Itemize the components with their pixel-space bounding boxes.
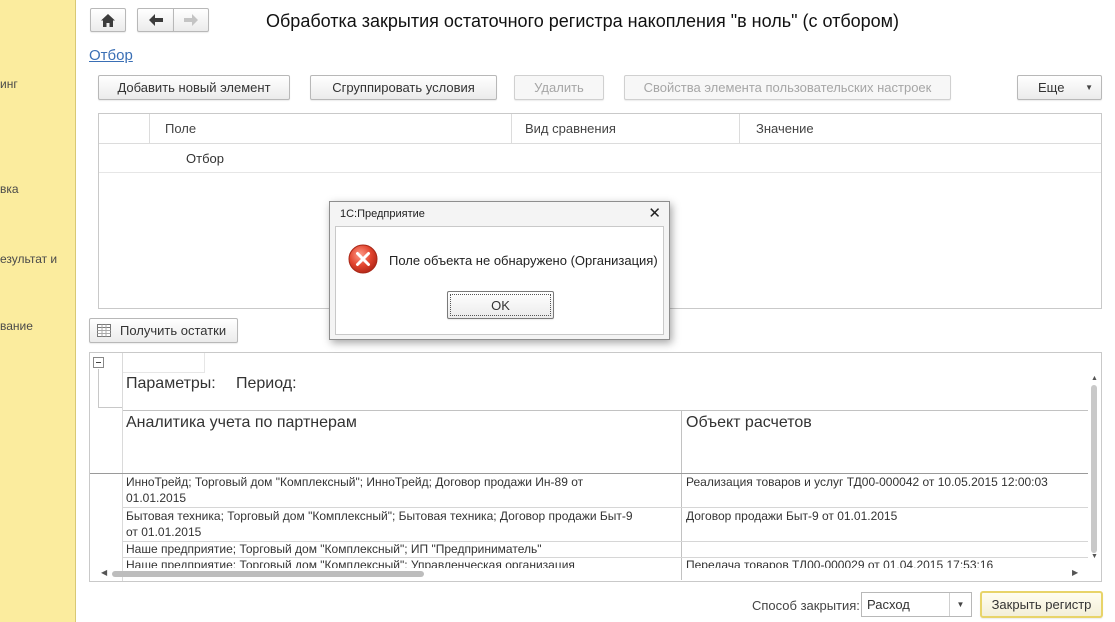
scroll-down-icon[interactable]: ▼ bbox=[1091, 553, 1098, 560]
sidebar-item[interactable]: вка bbox=[0, 182, 19, 196]
get-balances-label: Получить остатки bbox=[120, 323, 227, 338]
close-icon[interactable]: ✕ bbox=[648, 204, 661, 222]
page-title: Обработка закрытия остаточного регистра … bbox=[266, 11, 900, 31]
closing-method-label: Способ закрытия: bbox=[752, 598, 860, 613]
period-label: Период: bbox=[236, 375, 297, 392]
column-header-comparison[interactable]: Вид сравнения bbox=[525, 114, 616, 144]
group-conditions-button[interactable]: Сгруппировать условия bbox=[310, 75, 497, 100]
filter-link[interactable]: Отбор bbox=[89, 47, 133, 64]
sidebar-item[interactable]: инг bbox=[0, 77, 18, 91]
error-dialog: 1С:Предприятие ✕ Поле объекта не обнаруж… bbox=[329, 201, 670, 340]
scroll-up-icon[interactable]: ▲ bbox=[1091, 375, 1098, 382]
dropdown-arrow-icon: ▼ bbox=[1085, 83, 1093, 92]
get-balances-button[interactable]: Получить остатки bbox=[89, 318, 238, 343]
dialog-message: Поле объекта не обнаружено (Организация) bbox=[389, 253, 658, 268]
row-analytics-line1: ИнноТрейд; Торговый дом "Комплексный"; И… bbox=[126, 475, 584, 489]
scroll-left-icon[interactable]: ◀ bbox=[101, 568, 107, 577]
back-button[interactable] bbox=[137, 8, 173, 32]
delete-button[interactable]: Удалить bbox=[514, 75, 604, 100]
row-analytics-line1: Наше предприятие; Торговый дом "Комплекс… bbox=[126, 558, 575, 568]
forward-button[interactable] bbox=[173, 8, 209, 32]
column-header-field[interactable]: Поле bbox=[165, 114, 196, 144]
row-settlement-object: Договор продажи Быт-9 от 01.01.2015 bbox=[686, 509, 898, 523]
ok-button[interactable]: OK bbox=[447, 291, 554, 319]
table-icon bbox=[97, 324, 111, 337]
horizontal-scroll-thumb[interactable] bbox=[112, 571, 424, 577]
column-header-analytics: Аналитика учета по партнерам bbox=[126, 414, 357, 431]
collapse-group-icon[interactable] bbox=[93, 357, 104, 368]
dialog-titlebar[interactable]: 1С:Предприятие ✕ bbox=[330, 202, 669, 226]
scroll-right-icon[interactable]: ▶ bbox=[1072, 568, 1078, 577]
params-label: Параметры: bbox=[126, 375, 216, 392]
vertical-scroll-thumb[interactable] bbox=[1091, 385, 1097, 553]
arrow-left-icon bbox=[148, 14, 163, 26]
vertical-scrollbar[interactable]: ▲ ▼ bbox=[1088, 375, 1100, 565]
dialog-title: 1С:Предприятие bbox=[340, 208, 425, 220]
column-header-value[interactable]: Значение bbox=[756, 114, 814, 144]
add-element-button[interactable]: Добавить новый элемент bbox=[98, 75, 290, 100]
filter-root-label: Отбор bbox=[186, 151, 224, 166]
row-analytics-line2: от 01.01.2015 bbox=[126, 525, 202, 539]
dialog-body: Поле объекта не обнаружено (Организация)… bbox=[335, 226, 664, 335]
table-row[interactable]: Наше предприятие; Торговый дом "Комплекс… bbox=[90, 558, 1088, 568]
close-register-button[interactable]: Закрыть регистр bbox=[980, 591, 1103, 618]
home-button[interactable] bbox=[90, 8, 126, 32]
table-row[interactable]: Отбор bbox=[99, 145, 1101, 173]
row-settlement-object: Передача товаров ТД00-000029 от 01.04.20… bbox=[686, 558, 994, 568]
more-label: Еще bbox=[1038, 80, 1065, 95]
row-analytics-line1: Наше предприятие; Торговый дом "Комплекс… bbox=[126, 542, 542, 556]
row-settlement-object: Реализация товаров и услуг ТД00-000042 о… bbox=[686, 475, 1048, 489]
sidebar-item[interactable]: езультат и bbox=[0, 252, 57, 266]
closing-method-select[interactable]: Расход ▼ bbox=[861, 592, 972, 617]
arrow-right-icon bbox=[184, 14, 198, 26]
closing-method-value: Расход bbox=[867, 597, 910, 612]
column-header-settlement-object: Объект расчетов bbox=[686, 414, 812, 431]
row-analytics-line2: 01.01.2015 bbox=[126, 491, 187, 505]
element-properties-button[interactable]: Свойства элемента пользовательских настр… bbox=[624, 75, 951, 100]
dropdown-arrow-icon[interactable]: ▼ bbox=[949, 593, 971, 616]
sidebar: инг вка езультат и вание bbox=[0, 0, 76, 622]
horizontal-scrollbar[interactable]: ◀ ▶ bbox=[90, 568, 1088, 580]
more-button[interactable]: Еще ▼ bbox=[1017, 75, 1102, 100]
error-icon bbox=[348, 244, 378, 274]
home-icon bbox=[101, 13, 115, 27]
table-header: Поле Вид сравнения Значение bbox=[99, 114, 1101, 144]
sidebar-item[interactable]: вание bbox=[0, 319, 33, 333]
row-analytics-line1: Бытовая техника; Торговый дом "Комплексн… bbox=[126, 509, 633, 523]
report-spreadsheet[interactable]: Параметры: Период: Аналитика учета по па… bbox=[89, 352, 1102, 582]
